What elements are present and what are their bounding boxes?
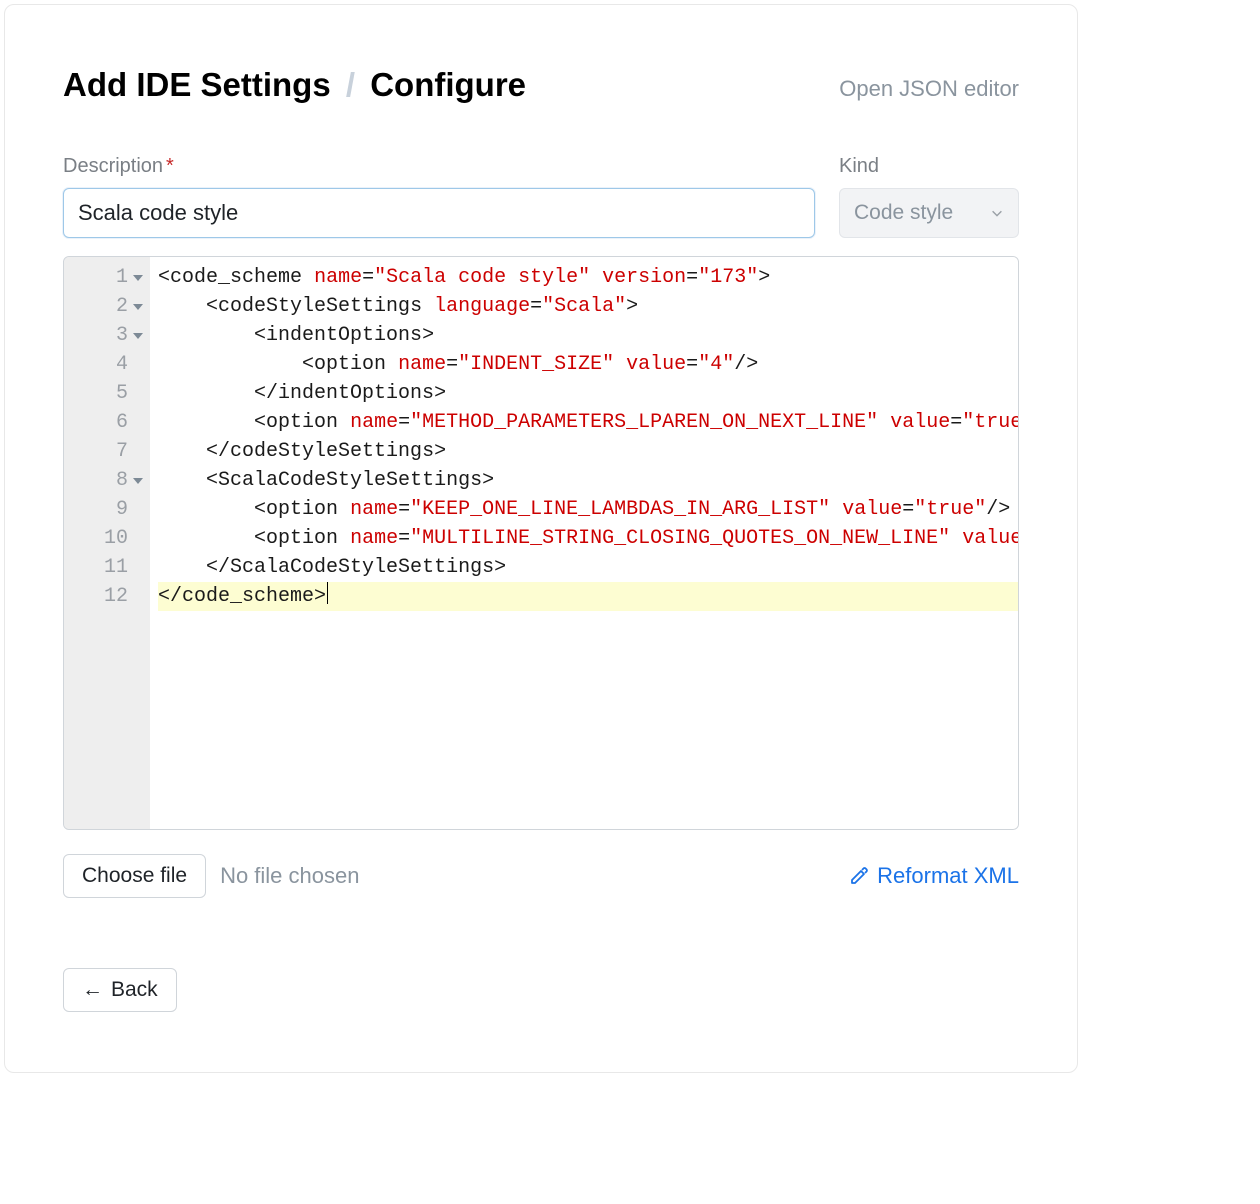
code-line: </code_scheme>: [158, 582, 1018, 611]
file-left: Choose file No file chosen: [63, 854, 359, 898]
code-line: </ScalaCodeStyleSettings>: [158, 553, 1018, 582]
fold-icon[interactable]: [133, 304, 143, 310]
gutter-line: 11: [64, 553, 144, 582]
code-line: </indentOptions>: [158, 379, 1018, 408]
title-configure: Configure: [370, 66, 526, 103]
title-separator: /: [346, 66, 355, 103]
chevron-down-icon: [990, 206, 1004, 220]
kind-label: Kind: [839, 155, 1019, 178]
xml-editor[interactable]: 123456789101112 <code_scheme name="Scala…: [63, 256, 1019, 830]
description-label: Description*: [63, 155, 815, 178]
open-json-editor-link[interactable]: Open JSON editor: [839, 76, 1019, 102]
code-line: </codeStyleSettings>: [158, 437, 1018, 466]
code-line: <indentOptions>: [158, 321, 1018, 350]
fold-icon[interactable]: [133, 275, 143, 281]
reformat-xml-link[interactable]: Reformat XML: [849, 863, 1019, 889]
gutter-line: 4: [64, 350, 144, 379]
fold-icon[interactable]: [133, 333, 143, 339]
gutter-line: 5: [64, 379, 144, 408]
kind-select[interactable]: Code style: [839, 188, 1019, 238]
gutter-line: 10: [64, 524, 144, 553]
reformat-xml-label: Reformat XML: [877, 863, 1019, 889]
fold-icon[interactable]: [133, 478, 143, 484]
gutter-line: 12: [64, 582, 144, 611]
code-line: <option name="METHOD_PARAMETERS_LPAREN_O…: [158, 408, 1018, 437]
file-row: Choose file No file chosen Reformat XML: [63, 854, 1019, 898]
code-line: <option name="MULTILINE_STRING_CLOSING_Q…: [158, 524, 1018, 553]
kind-field: Kind Code style: [839, 155, 1019, 238]
no-file-chosen-text: No file chosen: [220, 863, 359, 889]
code-line: <code_scheme name="Scala code style" ver…: [158, 263, 1018, 292]
code-line: <option name="KEEP_ONE_LINE_LAMBDAS_IN_A…: [158, 495, 1018, 524]
back-button-label: Back: [111, 978, 158, 1002]
gutter-line: 2: [64, 292, 144, 321]
gutter-line: 8: [64, 466, 144, 495]
footer: ← Back: [63, 968, 1019, 1012]
gutter-line: 7: [64, 437, 144, 466]
form-row: Description* Kind Code style: [63, 155, 1019, 238]
code-line: <option name="INDENT_SIZE" value="4"/>: [158, 350, 1018, 379]
choose-file-button[interactable]: Choose file: [63, 854, 206, 898]
title-add-ide: Add IDE Settings: [63, 66, 331, 103]
editor-gutter: 123456789101112: [64, 257, 150, 829]
settings-card: Add IDE Settings / Configure Open JSON e…: [4, 4, 1078, 1073]
arrow-left-icon: ←: [82, 978, 103, 1002]
code-line: <ScalaCodeStyleSettings>: [158, 466, 1018, 495]
required-asterisk: *: [166, 155, 174, 177]
description-field: Description*: [63, 155, 815, 238]
editor-code-area[interactable]: <code_scheme name="Scala code style" ver…: [150, 257, 1018, 829]
header: Add IDE Settings / Configure Open JSON e…: [63, 65, 1019, 105]
code-line: <codeStyleSettings language="Scala">: [158, 292, 1018, 321]
gutter-line: 3: [64, 321, 144, 350]
back-button[interactable]: ← Back: [63, 968, 177, 1012]
description-input[interactable]: [63, 188, 815, 238]
pencil-icon: [849, 866, 869, 886]
gutter-line: 9: [64, 495, 144, 524]
gutter-line: 1: [64, 263, 144, 292]
kind-value: Code style: [854, 201, 953, 225]
description-label-text: Description: [63, 155, 163, 177]
gutter-line: 6: [64, 408, 144, 437]
page-title: Add IDE Settings / Configure: [63, 65, 526, 105]
